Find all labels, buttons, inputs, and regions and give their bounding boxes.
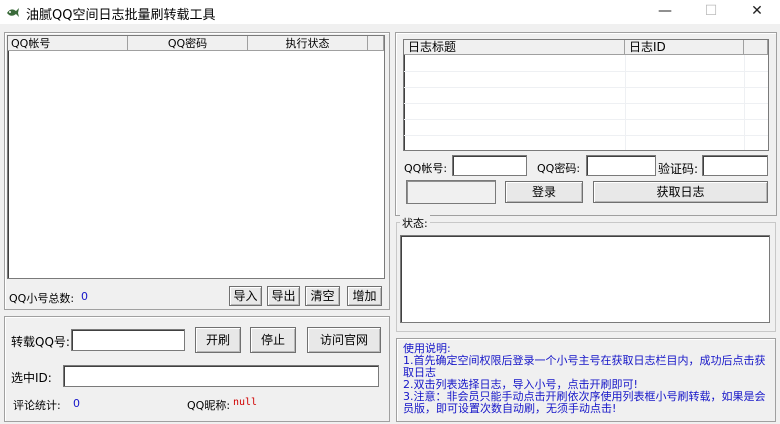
login-button[interactable]: 登录 — [505, 181, 583, 203]
help-panel: 使用说明: 1.首先确定空间权限后登录一个小号主号在获取日志栏目内，成功后点击获… — [396, 338, 776, 422]
account-table[interactable]: QQ帐号 QQ密码 执行状态 — [7, 35, 385, 279]
log-col-filler — [744, 40, 768, 55]
account-col-qq[interactable]: QQ帐号 — [8, 36, 128, 51]
repost-qq-label: 转载QQ号: — [11, 335, 70, 349]
login-qq-label: QQ帐号: — [404, 162, 448, 175]
log-col-divider — [744, 55, 745, 150]
app-icon — [7, 8, 19, 17]
log-col-divider — [625, 55, 626, 150]
log-col-id[interactable]: 日志ID — [625, 40, 744, 55]
log-table[interactable]: 日志标题 日志ID — [403, 39, 769, 151]
account-total-label: QQ小号总数: — [9, 292, 75, 305]
visit-website-button[interactable]: 访问官网 — [307, 327, 381, 353]
minimize-button[interactable]: — — [642, 0, 688, 24]
selected-id-label: 选中ID: — [11, 371, 52, 385]
stop-button[interactable]: 停止 — [250, 327, 296, 353]
log-panel: 日志标题 日志ID QQ帐号: QQ密码: 验证码: 登录 获取日志 — [395, 32, 777, 216]
log-gridline — [404, 71, 768, 72]
maximize-button[interactable]: ☐ — [688, 0, 734, 24]
title-bar: 油腻QQ空间日志批量刷转载工具 — ☐ ✕ — [0, 0, 780, 24]
login-qq-input[interactable] — [452, 155, 527, 176]
fetch-logs-button[interactable]: 获取日志 — [593, 181, 768, 203]
help-text-block: 使用说明: 1.首先确定空间权限后登录一个小号主号在获取日志栏目内，成功后点击获… — [403, 343, 769, 415]
account-col-password[interactable]: QQ密码 — [128, 36, 248, 51]
nickname-value: null — [233, 397, 258, 408]
help-line-1: 1.首先确定空间权限后登录一个小号主号在获取日志栏目内，成功后点击获取日志 — [403, 354, 766, 379]
login-password-input[interactable] — [586, 155, 656, 176]
account-panel: QQ帐号 QQ密码 执行状态 QQ小号总数: 0 导入 导出 清空 增加 — [4, 32, 390, 310]
captcha-label: 验证码: — [658, 162, 699, 176]
help-line-3: 3.注意：非会员只能手动点击开刷依次序使用列表框小号刷转载，如果是会员版，即可设… — [403, 390, 766, 415]
import-button[interactable]: 导入 — [229, 286, 262, 306]
log-gridline — [404, 119, 768, 120]
captcha-input[interactable] — [702, 155, 768, 176]
account-col-status[interactable]: 执行状态 — [248, 36, 368, 51]
account-col-filler — [368, 36, 384, 51]
add-button[interactable]: 增加 — [347, 286, 382, 306]
status-text — [401, 235, 405, 252]
window-title: 油腻QQ空间日志批量刷转载工具 — [26, 8, 216, 23]
start-button[interactable]: 开刷 — [195, 327, 241, 353]
repost-qq-input[interactable] — [71, 329, 185, 351]
nickname-label: QQ昵称: — [187, 399, 231, 412]
log-col-title[interactable]: 日志标题 — [404, 40, 625, 55]
captcha-image[interactable] — [406, 180, 496, 204]
export-button[interactable]: 导出 — [267, 286, 300, 306]
log-gridline — [404, 87, 768, 88]
comment-stats-label: 评论统计: — [13, 399, 61, 412]
login-password-label: QQ密码: — [537, 162, 581, 175]
status-box — [400, 235, 770, 323]
clear-button[interactable]: 清空 — [305, 286, 340, 306]
selected-id-input[interactable] — [63, 365, 379, 387]
log-gridline — [404, 135, 768, 136]
comment-stats-value: 0 — [73, 397, 80, 410]
account-total-value: 0 — [81, 290, 88, 303]
status-label: 状态: — [400, 215, 430, 231]
log-gridline — [404, 103, 768, 104]
close-button[interactable]: ✕ — [734, 0, 780, 24]
repost-panel: 转载QQ号: 开刷 停止 访问官网 选中ID: 评论统计: 0 QQ昵称: nu… — [4, 316, 390, 422]
